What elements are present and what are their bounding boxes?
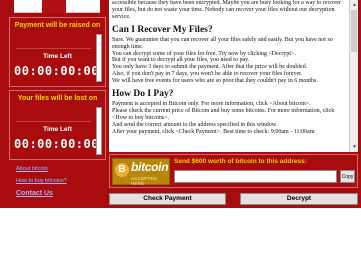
scroll-down-icon[interactable]: ▼	[352, 144, 357, 150]
contact-us-link[interactable]: Contact Us	[16, 190, 53, 197]
payment-raise-timer: Payment will be raised on Time Left 00:0…	[9, 17, 106, 87]
divider	[16, 48, 91, 49]
ransom-window: Payment will be raised on Time Left 00:0…	[0, 0, 361, 208]
scroll-thumb[interactable]	[351, 10, 357, 52]
pay-heading: How Do I Pay?	[112, 89, 174, 100]
pay-paragraph: Payment is accepted in Bitcoin only. For…	[112, 101, 335, 135]
recover-heading: Can I Recover My Files?	[112, 24, 213, 35]
time-left-label: Time Left	[43, 53, 72, 60]
scroll-up-icon[interactable]: ▲	[352, 2, 357, 8]
progress-bar	[96, 34, 102, 82]
timer-title: Payment will be raised on	[14, 22, 101, 29]
decrypt-button[interactable]: Decrypt	[240, 193, 358, 205]
send-instruction: Send $600 worth of bitcoin to this addre…	[174, 158, 307, 165]
message-text[interactable]: accessible because they have been encryp…	[109, 0, 349, 152]
check-payment-button[interactable]: Check Payment	[109, 193, 226, 205]
files-lost-timer: Your files will be lost on Time Left 00:…	[9, 90, 106, 160]
recover-paragraph: Sure. We guarantee that you can recover …	[112, 36, 333, 85]
timer-title: Your files will be lost on	[17, 95, 98, 102]
bitcoin-logo-word: bitcoin	[131, 160, 169, 174]
how-to-buy-link[interactable]: How to buy bitcoins?	[16, 178, 67, 184]
lock-logo	[14, 0, 100, 13]
copy-button[interactable]: Copy	[340, 170, 355, 183]
countdown: 00:00:00:00	[14, 64, 99, 78]
bitcoin-address-field[interactable]	[174, 170, 337, 183]
progress-bar	[96, 107, 102, 155]
divider	[16, 121, 91, 122]
bitcoin-icon: B	[115, 163, 129, 177]
time-left-label: Time Left	[43, 126, 72, 133]
bitcoin-panel: B bitcoin ACCEPTED HERE Send $600 worth …	[109, 154, 358, 188]
message-scrollbar[interactable]: ▲ ▼	[349, 0, 358, 152]
about-bitcoin-link[interactable]: About bitcoin	[16, 166, 48, 172]
intro-paragraph: accessible because they have been encryp…	[112, 0, 341, 20]
bitcoin-logo: B bitcoin ACCEPTED HERE	[112, 158, 170, 186]
bitcoin-logo-sub: ACCEPTED HERE	[131, 176, 158, 186]
lock-icon	[42, 0, 66, 13]
countdown: 00:00:00:00	[14, 137, 99, 151]
